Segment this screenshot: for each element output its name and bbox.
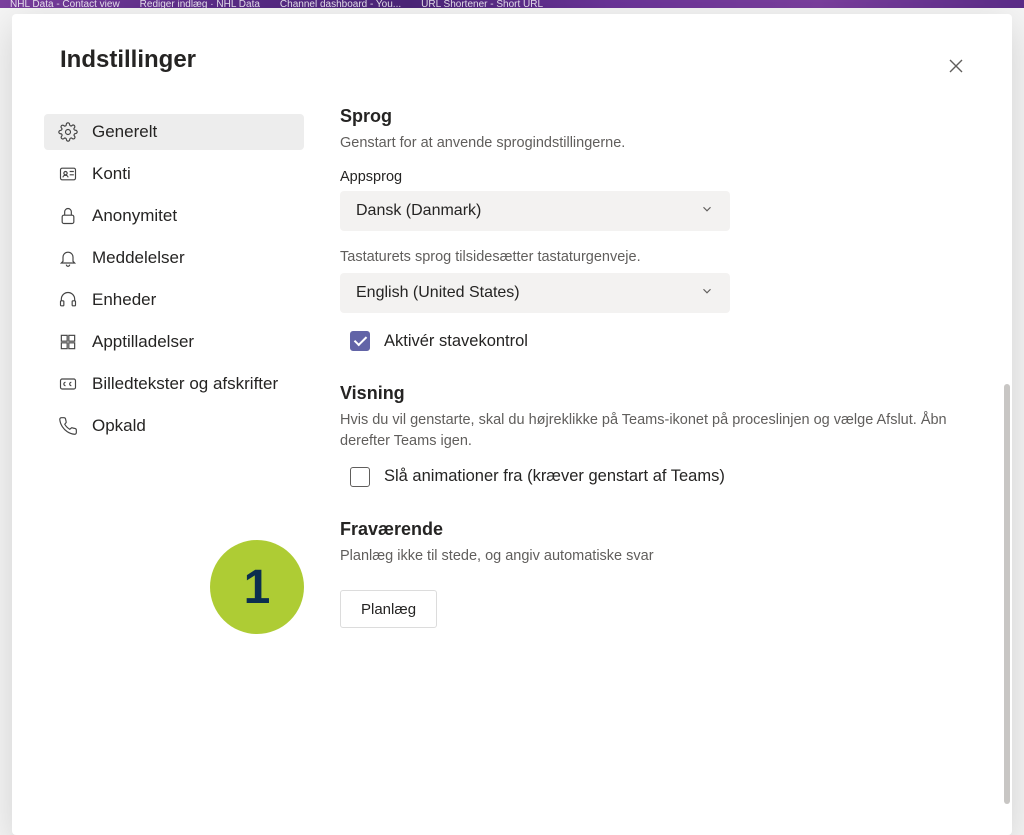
browser-tab[interactable]: Channel dashboard - You... — [270, 0, 411, 8]
sidebar-item-label: Opkald — [92, 416, 146, 436]
section-title: Fraværende — [340, 519, 976, 540]
spellcheck-checkbox[interactable] — [350, 331, 370, 351]
chevron-down-icon — [700, 284, 714, 303]
grid-icon — [58, 332, 78, 352]
browser-tab[interactable]: Rediger indlæg · NHL Data — [130, 0, 270, 8]
annotation-badge: 1 — [210, 540, 304, 634]
disable-animations-label: Slå animationer fra (kræver genstart af … — [384, 467, 725, 486]
sidebar-item-notifications[interactable]: Meddelelser — [44, 240, 304, 276]
browser-tab[interactable]: URL Shortener - Short URL — [411, 0, 553, 8]
sidebar-item-calls[interactable]: Opkald — [44, 408, 304, 444]
sidebar-item-label: Konti — [92, 164, 131, 184]
sidebar-item-general[interactable]: Generelt — [44, 114, 304, 150]
keyboard-language-select[interactable]: English (United States) — [340, 273, 730, 313]
disable-animations-checkbox[interactable] — [350, 467, 370, 487]
sidebar-item-label: Anonymitet — [92, 206, 177, 226]
section-description: Genstart for at anvende sprogindstilling… — [340, 133, 976, 153]
id-card-icon — [58, 164, 78, 184]
sidebar-item-label: Meddelelser — [92, 248, 185, 268]
browser-tab-strip: NHL Data - Contact view Rediger indlæg ·… — [0, 0, 1024, 8]
select-value: English (United States) — [356, 284, 520, 302]
settings-content: Sprog Genstart for at anvende sprogindst… — [304, 102, 996, 835]
section-title: Sprog — [340, 106, 976, 127]
sidebar-item-privacy[interactable]: Anonymitet — [44, 198, 304, 234]
sidebar-item-label: Apptilladelser — [92, 332, 194, 352]
spellcheck-row: Aktivér stavekontrol — [350, 331, 976, 351]
app-language-label: Appsprog — [340, 169, 976, 185]
sidebar-item-app-permissions[interactable]: Apptilladelser — [44, 324, 304, 360]
close-button[interactable] — [940, 50, 972, 82]
close-icon — [948, 58, 964, 74]
scrollbar[interactable] — [1004, 384, 1010, 804]
section-description: Hvis du vil genstarte, skal du højreklik… — [340, 410, 976, 451]
section-display: Visning Hvis du vil genstarte, skal du h… — [340, 383, 976, 487]
section-language: Sprog Genstart for at anvende sprogindst… — [340, 106, 976, 351]
spellcheck-label: Aktivér stavekontrol — [384, 332, 528, 351]
app-language-select[interactable]: Dansk (Danmark) — [340, 191, 730, 231]
chevron-down-icon — [700, 202, 714, 221]
animations-row: Slå animationer fra (kræver genstart af … — [350, 467, 976, 487]
select-value: Dansk (Danmark) — [356, 202, 481, 220]
section-description: Planlæg ikke til stede, og angiv automat… — [340, 546, 976, 566]
section-away: Fraværende Planlæg ikke til stede, og an… — [340, 519, 976, 628]
phone-icon — [58, 416, 78, 436]
modal-title: Indstillinger — [60, 46, 196, 74]
section-title: Visning — [340, 383, 976, 404]
sidebar-item-label: Enheder — [92, 290, 156, 310]
keyboard-hint: Tastaturets sprog tilsidesætter tastatur… — [340, 249, 976, 265]
gear-icon — [58, 122, 78, 142]
bell-icon — [58, 248, 78, 268]
sidebar-item-captions[interactable]: Billedtekster og afskrifter — [44, 366, 304, 402]
cc-icon — [58, 374, 78, 394]
settings-sidebar: Generelt Konti Anonymitet Meddelelser En… — [44, 102, 304, 835]
lock-icon — [58, 206, 78, 226]
sidebar-item-devices[interactable]: Enheder — [44, 282, 304, 318]
headset-icon — [58, 290, 78, 310]
schedule-button[interactable]: Planlæg — [340, 590, 437, 628]
browser-tab[interactable]: NHL Data - Contact view — [0, 0, 130, 8]
sidebar-item-accounts[interactable]: Konti — [44, 156, 304, 192]
settings-modal: Indstillinger Generelt Konti Anonymitet … — [12, 14, 1012, 835]
sidebar-item-label: Billedtekster og afskrifter — [92, 374, 278, 394]
sidebar-item-label: Generelt — [92, 122, 157, 142]
